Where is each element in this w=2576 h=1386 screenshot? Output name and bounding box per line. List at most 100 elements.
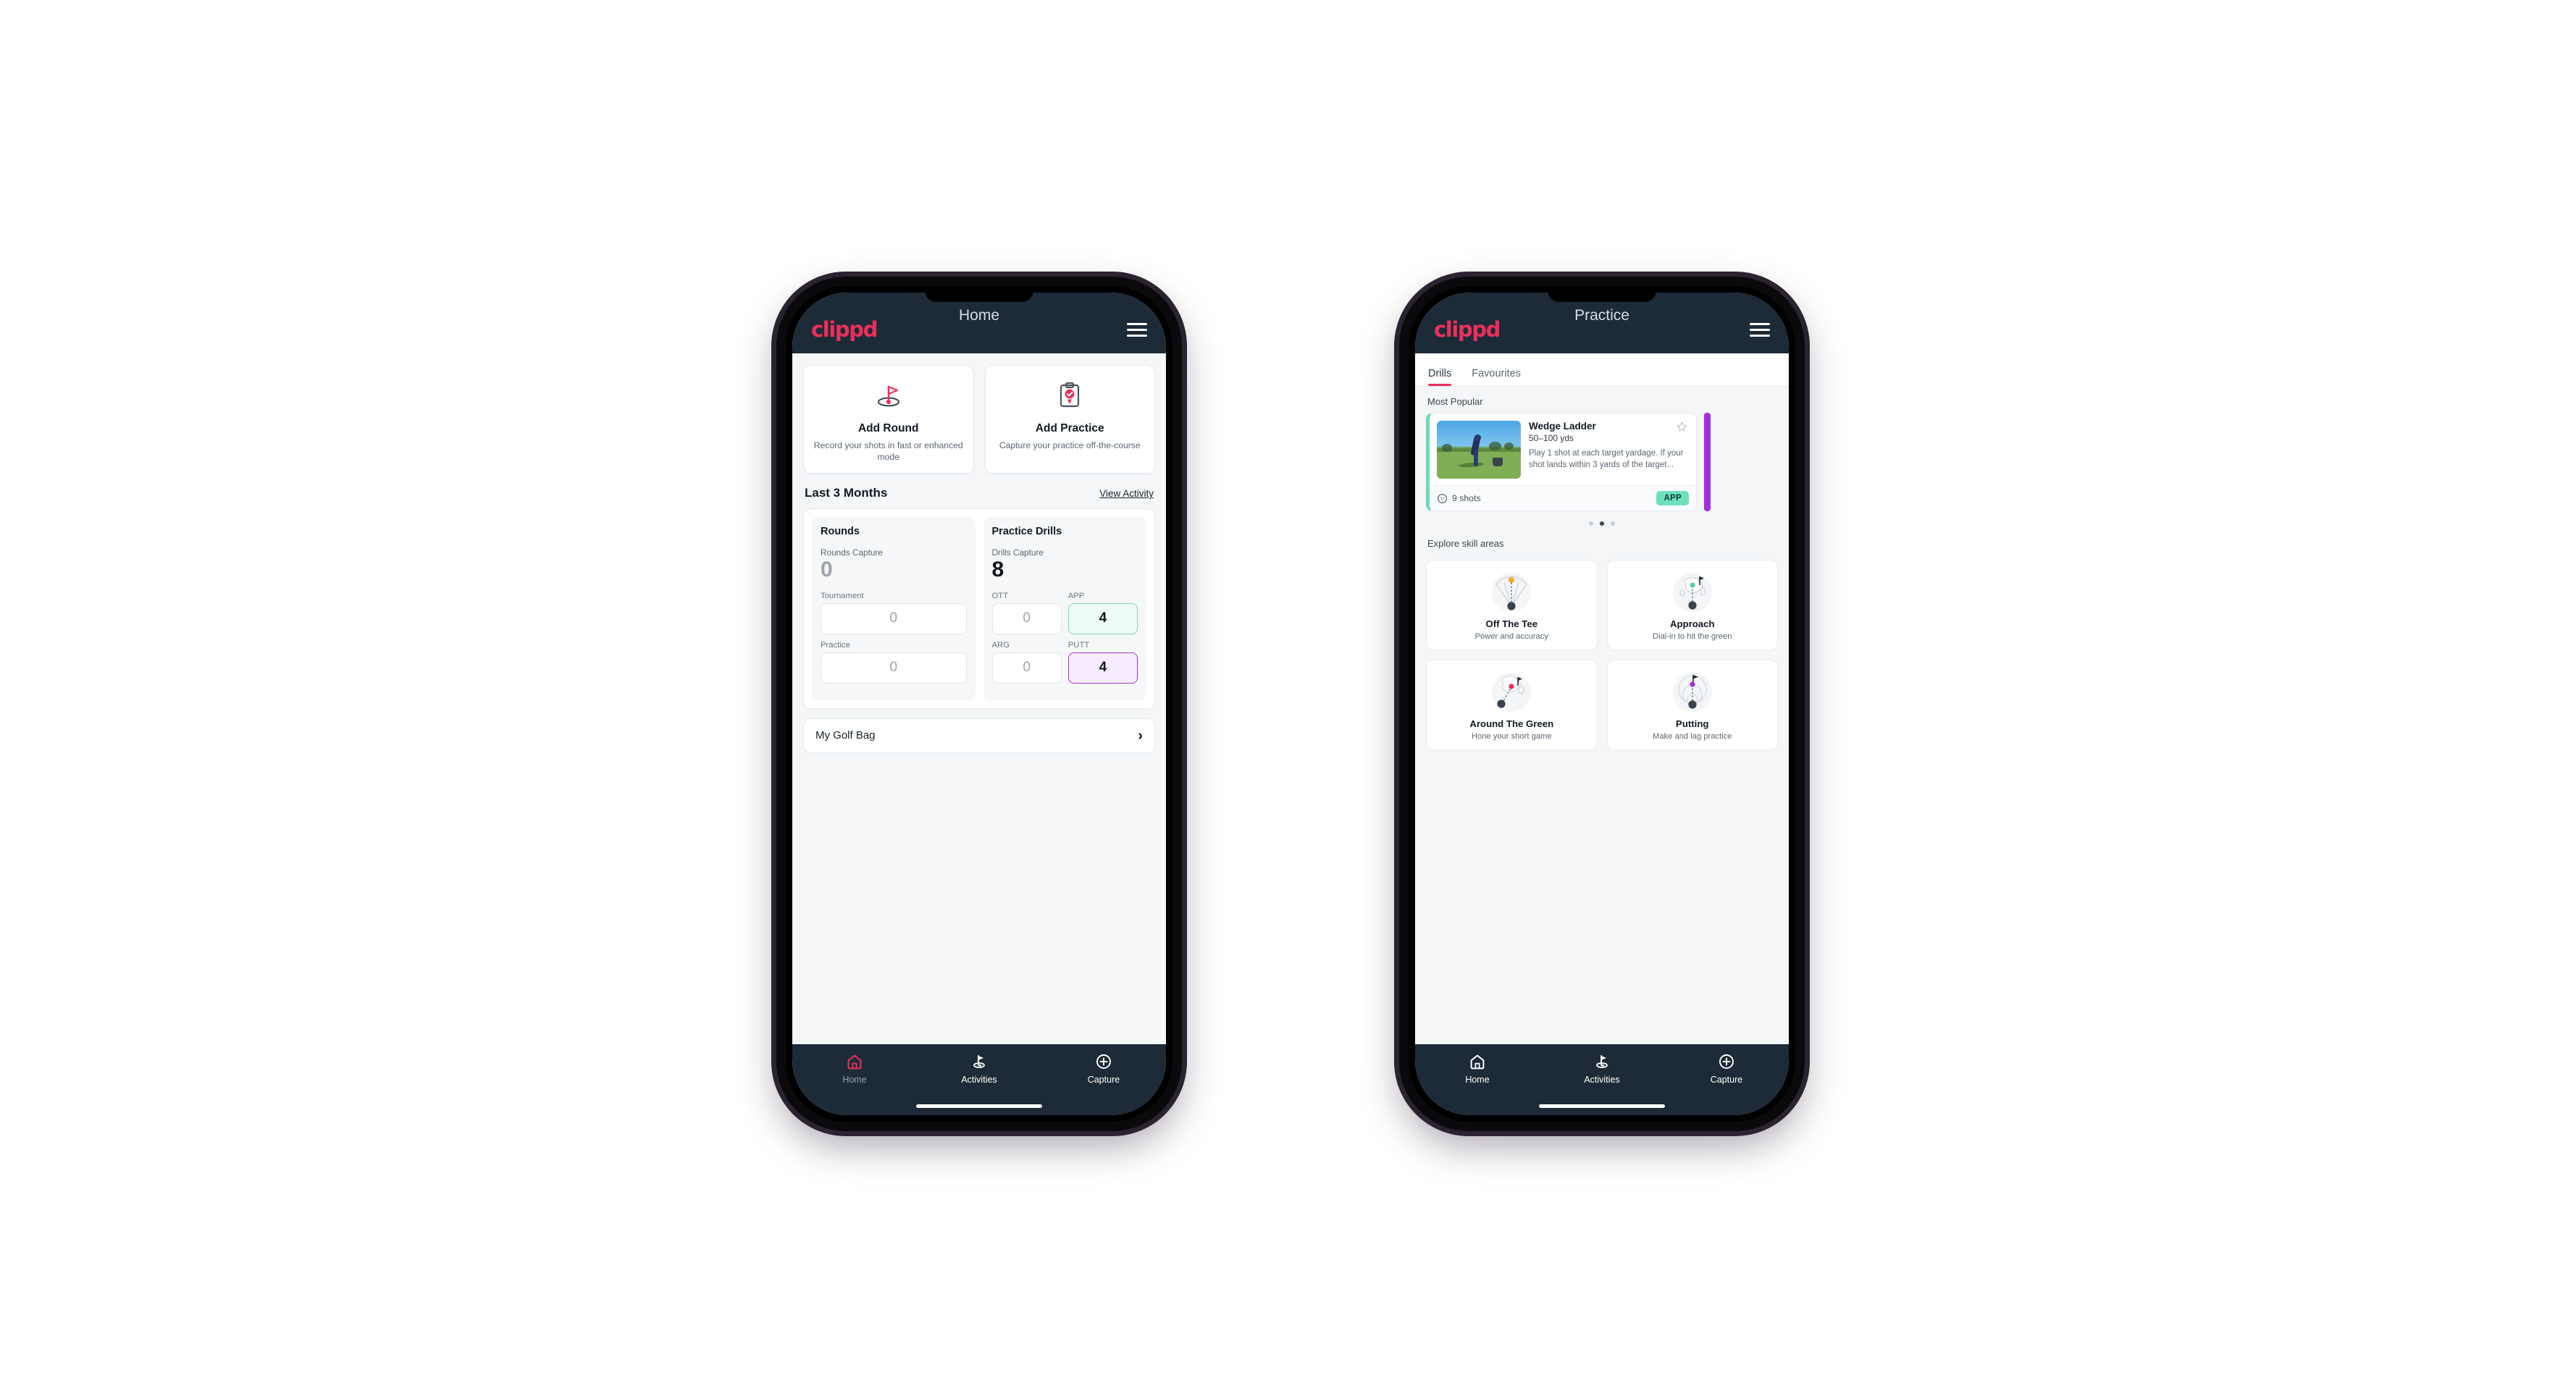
rounds-column: Rounds Rounds Capture 0 Tournament 0 Pra… <box>812 517 976 700</box>
drills-capture-value: 8 <box>991 558 1004 582</box>
practice-value[interactable]: 0 <box>821 652 967 684</box>
skill-card-approach[interactable]: Approach Dial-in to hit the green <box>1606 560 1778 650</box>
arg-field: ARG 0 <box>991 640 1062 684</box>
practice-drills-column: Practice Drills Drills Capture 8 OTT 0 A… <box>983 517 1146 700</box>
skill-subtitle: Power and accuracy <box>1474 632 1548 641</box>
drill-card-wedge-ladder[interactable]: Wedge Ladder 50–100 yds Play 1 shot at e… <box>1426 413 1697 511</box>
phone-bezel: clippd Home Add Round Record your shots … <box>786 286 1172 1122</box>
nav-item-activities[interactable]: Activities <box>917 1053 1041 1085</box>
putt-label: PUTT <box>1067 640 1090 650</box>
tab-drills[interactable]: Drills <box>1428 368 1461 386</box>
add-round-title: Add Round <box>857 422 919 434</box>
chevron-right-icon: › <box>1138 727 1143 744</box>
drill-yardage: 50–100 yds <box>1529 433 1574 444</box>
skill-card-off-the-tee[interactable]: Off The Tee Power and accuracy <box>1426 560 1598 650</box>
practice-content: Most Popular Wedge Ladder 50–100 yds Pla… <box>1415 387 1789 1044</box>
next-drill-card-peek[interactable] <box>1704 413 1711 511</box>
carousel-dot-2[interactable] <box>1600 521 1604 526</box>
plus-circle-icon <box>1096 1054 1111 1069</box>
drill-description: Play 1 shot at each target yardage. If y… <box>1529 449 1684 469</box>
arg-value[interactable]: 0 <box>991 652 1062 684</box>
drill-category-chip: APP <box>1656 491 1689 505</box>
golf-flag-icon <box>810 377 968 413</box>
skill-subtitle: Hone your short game <box>1471 732 1552 741</box>
home-screen: clippd Home Add Round Record your shots … <box>792 293 1166 1115</box>
add-practice-card[interactable]: Add Practice Capture your practice off-t… <box>984 365 1155 474</box>
practice-screen: clippd Practice Drills Favourites Most P… <box>1415 293 1789 1115</box>
drill-head: Wedge Ladder 50–100 yds <box>1529 421 1688 443</box>
clippd-logo[interactable]: clippd <box>811 319 878 340</box>
nav-label-home: Home <box>1465 1075 1490 1085</box>
last-3-months-header: Last 3 Months View Activity <box>792 474 1166 508</box>
ott-label: OTT <box>991 591 1009 600</box>
skill-card-around-the-green[interactable]: Around The Green Hone your short game <box>1426 660 1598 750</box>
explore-skill-areas-label: Explore skill areas <box>1427 538 1504 549</box>
add-round-subtitle: Record your shots in fast or enhanced mo… <box>813 440 963 462</box>
ios-home-indicator <box>916 1104 1042 1108</box>
section-title: Last 3 Months <box>805 486 888 500</box>
arg-label: ARG <box>991 640 1010 650</box>
view-activity-link[interactable]: View Activity <box>1099 488 1154 499</box>
drill-shots: 9 shots <box>1437 493 1481 504</box>
skill-title: Putting <box>1676 718 1709 729</box>
home-content: Add Round Record your shots in fast or e… <box>792 353 1166 1044</box>
drill-card-top: Wedge Ladder 50–100 yds Play 1 shot at e… <box>1430 413 1696 485</box>
carousel-dot-1[interactable] <box>1589 521 1593 526</box>
most-popular-label: Most Popular <box>1427 396 1483 407</box>
golf-flag-icon <box>973 1055 985 1068</box>
star-outline-icon[interactable] <box>1676 421 1688 433</box>
nav-item-capture[interactable]: Capture <box>1664 1053 1789 1085</box>
ott-field: OTT 0 <box>991 591 1062 634</box>
rounds-capture-value: 0 <box>821 558 833 582</box>
approach-green-icon <box>1612 570 1774 615</box>
skill-title: Around The Green <box>1469 718 1554 729</box>
clippd-logo[interactable]: clippd <box>1434 319 1501 340</box>
home-icon <box>1470 1054 1485 1070</box>
home-icon <box>847 1054 862 1070</box>
app-value[interactable]: 4 <box>1067 602 1138 634</box>
phone-notch <box>925 286 1033 302</box>
ott-app-row: OTT 0 APP 4 <box>991 591 1138 641</box>
nav-label-capture: Capture <box>1710 1075 1743 1085</box>
practice-tabs: Drills Favourites <box>1415 353 1789 387</box>
phone-mockup-home: clippd Home Add Round Record your shots … <box>776 277 1182 1131</box>
carousel-dots <box>1415 511 1789 529</box>
phone-bezel: clippd Practice Drills Favourites Most P… <box>1409 286 1795 1122</box>
carousel-dot-3[interactable] <box>1611 521 1615 526</box>
drill-carousel[interactable]: Wedge Ladder 50–100 yds Play 1 shot at e… <box>1415 413 1789 511</box>
my-golf-bag-row[interactable]: My Golf Bag › <box>803 718 1155 753</box>
skill-card-putting[interactable]: Putting Make and lag practice <box>1606 660 1778 750</box>
skill-subtitle: Make and lag practice <box>1653 732 1732 741</box>
tournament-label: Tournament <box>821 591 864 600</box>
ios-home-indicator <box>1539 1104 1665 1108</box>
drill-card-footer: 9 shots APP <box>1430 485 1696 511</box>
add-round-card[interactable]: Add Round Record your shots in fast or e… <box>803 365 974 474</box>
chip-green-icon <box>1431 670 1593 715</box>
hamburger-menu-icon[interactable] <box>1750 322 1770 337</box>
screenshot-canvas: clippd Home Add Round Record your shots … <box>0 0 2576 1386</box>
practice-label: Practice <box>821 640 850 650</box>
golf-flag-icon <box>1596 1055 1608 1068</box>
tournament-value[interactable]: 0 <box>821 602 967 634</box>
nav-item-home[interactable]: Home <box>1415 1053 1540 1085</box>
stats-card: Rounds Rounds Capture 0 Tournament 0 Pra… <box>803 508 1155 709</box>
golf-ball-icon <box>1437 493 1448 503</box>
putting-rings-icon <box>1612 670 1774 715</box>
hamburger-menu-icon[interactable] <box>1127 322 1147 337</box>
tab-favourites[interactable]: Favourites <box>1472 368 1531 386</box>
nav-item-home[interactable]: Home <box>792 1053 917 1085</box>
nav-item-capture[interactable]: Capture <box>1041 1053 1166 1085</box>
drill-shots-text: 9 shots <box>1452 493 1481 503</box>
rounds-capture-label: Rounds Capture <box>821 547 883 558</box>
nav-item-activities[interactable]: Activities <box>1540 1053 1664 1085</box>
putt-value[interactable]: 4 <box>1067 652 1138 684</box>
skill-subtitle: Dial-in to hit the green <box>1653 632 1732 641</box>
ott-value[interactable]: 0 <box>991 602 1062 634</box>
drills-capture-label: Drills Capture <box>991 547 1044 558</box>
nav-label-capture: Capture <box>1087 1075 1120 1085</box>
nav-label-home: Home <box>842 1075 867 1085</box>
app-label: APP <box>1067 591 1085 600</box>
clipboard-check-icon <box>991 377 1149 413</box>
practice-field: Practice 0 <box>821 641 967 684</box>
phone-notch <box>1548 286 1656 302</box>
